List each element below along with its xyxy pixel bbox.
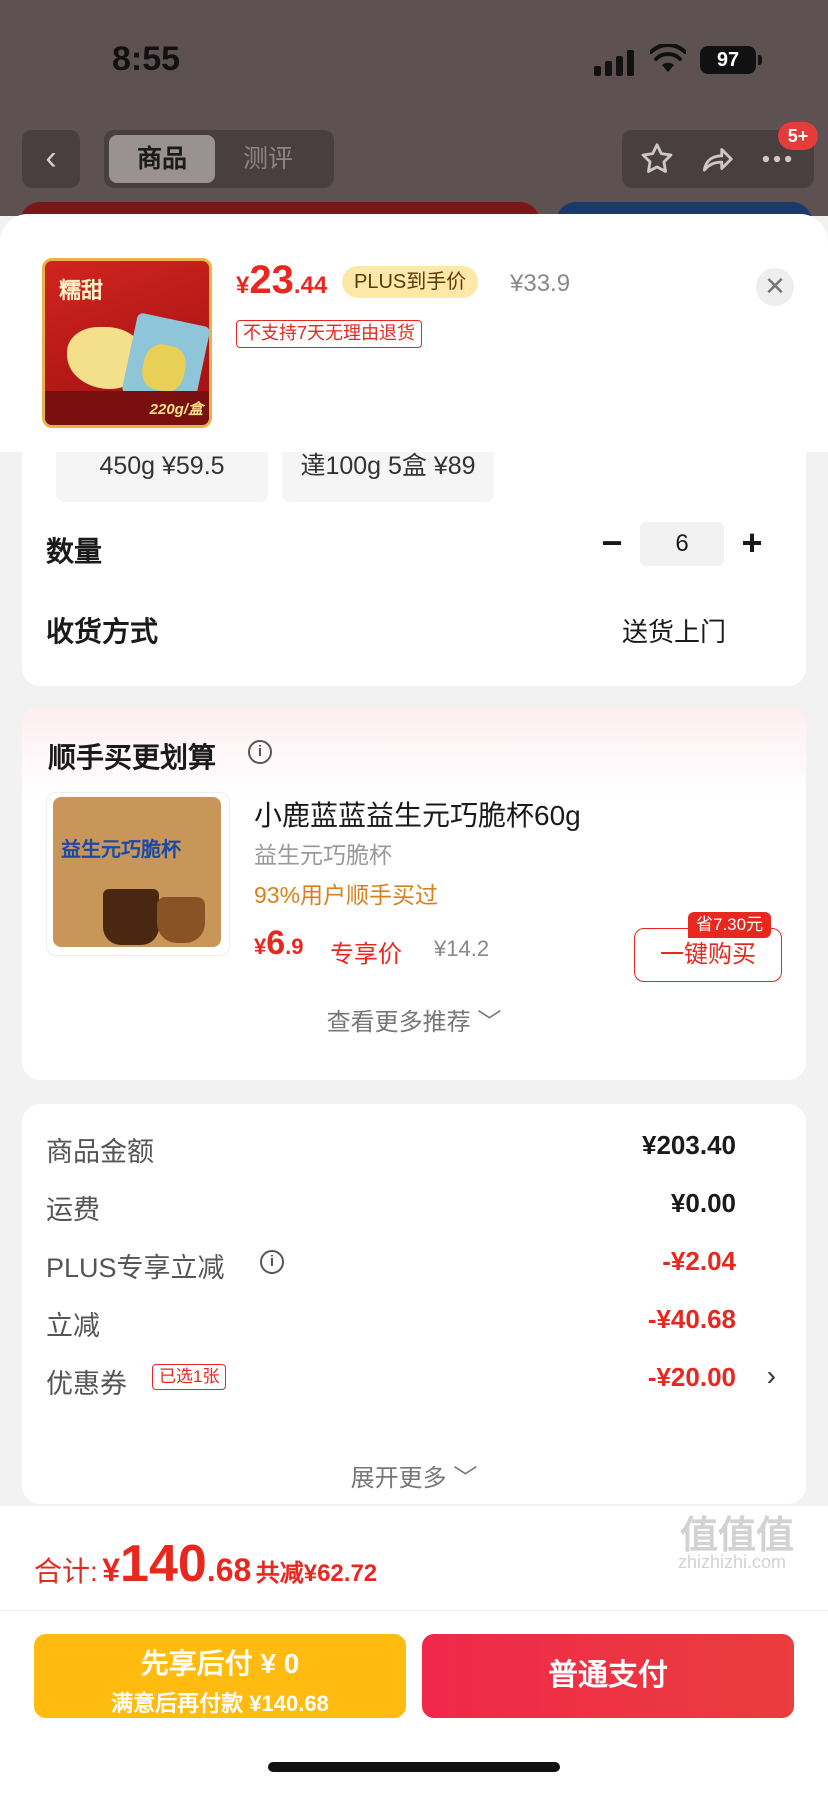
tab-product[interactable]: 商品 <box>109 135 215 183</box>
plus-price-tag: PLUS到手价 <box>342 266 479 298</box>
original-price: ¥33.9 <box>510 270 571 297</box>
expand-more-link[interactable]: 展开更多 ﹀ <box>22 1458 806 1493</box>
info-icon[interactable]: i <box>248 740 272 764</box>
divider <box>0 1610 828 1611</box>
chevron-left-icon[interactable]: ‹ <box>22 130 80 188</box>
summary-row: 商品金额 ¥203.40 <box>46 1130 736 1167</box>
summary-row: 立减 -¥40.68 <box>46 1304 736 1341</box>
info-icon[interactable]: i <box>260 1250 284 1274</box>
share-icon[interactable] <box>698 140 736 178</box>
product-thumbnail: 糯甜 220g/盒 <box>42 258 212 428</box>
recommend-item-subtitle: 益生元巧脆杯 <box>254 842 392 868</box>
product-price: ¥23.44 <box>236 258 328 302</box>
spec-option[interactable]: 達100g 5盒 ¥89 <box>282 444 494 502</box>
total-reduced: 共减¥62.72 <box>255 1560 378 1587</box>
normal-pay-button[interactable]: 普通支付 <box>422 1634 794 1718</box>
delivery-row[interactable]: 收货方式 送货上门 <box>46 602 782 652</box>
recommend-original-price: ¥14.2 <box>434 936 490 961</box>
battery-icon: 97 <box>700 46 762 74</box>
more-recommend-link[interactable]: 查看更多推荐 ﹀ <box>22 1002 806 1037</box>
spec-option[interactable]: 450g ¥59.5 <box>56 444 268 502</box>
quantity-stepper: − 6 + <box>592 522 772 566</box>
summary-row: PLUS专享立减 i -¥2.04 <box>46 1246 736 1283</box>
pay-later-button[interactable]: 先享后付 ¥ 0 满意后再付款 ¥140.68 <box>34 1634 406 1718</box>
return-policy-tag: 不支持7天无理由退货 <box>236 320 423 348</box>
delivery-label: 收货方式 <box>46 616 159 647</box>
watermark-logo: 值值值 <box>680 1515 795 1557</box>
exclusive-price-label: 专享价 <box>330 941 402 968</box>
recommend-price: ¥6.9 <box>254 924 304 962</box>
summary-row: 运费 ¥0.00 <box>46 1188 736 1225</box>
recommend-title: 顺手买更划算 <box>48 742 217 773</box>
recommend-item-name[interactable]: 小鹿蓝蓝益生元巧脆杯60g <box>254 794 581 834</box>
recommend-thumbnail[interactable]: 益生元巧脆杯 <box>46 792 230 956</box>
product-nav-bar: ‹ 商品 测评 5+ <box>0 122 828 192</box>
quantity-label: 数量 <box>46 536 103 567</box>
chevron-right-icon: › <box>766 1360 776 1391</box>
product-header: 糯甜 220g/盒 ¥23.44 PLUS到手价 ¥33.9 ✕ 不支持7天无理… <box>0 214 828 452</box>
price-summary-card: 商品金额 ¥203.40 运费 ¥0.00 PLUS专享立减 i -¥2.04 … <box>22 1104 806 1504</box>
status-bar: 8:55 97 <box>0 0 828 110</box>
wifi-icon <box>650 44 686 72</box>
recommend-card: 顺手买更划算 i 益生元巧脆杯 小鹿蓝蓝益生元巧脆杯60g 益生元巧脆杯 93%… <box>22 706 806 1080</box>
notification-badge: 5+ <box>778 122 818 150</box>
tab-switcher: 商品 测评 <box>104 130 334 188</box>
spec-options: 450g ¥59.5 達100g 5盒 ¥89 <box>56 444 616 502</box>
coupon-selected-tag: 已选1张 <box>152 1364 227 1390</box>
delivery-value: 送货上门 <box>621 617 726 647</box>
status-time: 8:55 <box>112 40 181 78</box>
quantity-input[interactable]: 6 <box>640 522 724 566</box>
tab-review[interactable]: 测评 <box>215 135 321 183</box>
star-icon[interactable] <box>638 140 676 178</box>
recommend-buyers-rate: 93%用户顺手买过 <box>254 882 439 908</box>
signal-icon <box>594 50 636 76</box>
quantity-row: 数量 − 6 + <box>46 522 782 572</box>
decrease-button[interactable]: − <box>592 522 632 566</box>
increase-button[interactable]: + <box>732 522 772 566</box>
home-indicator[interactable] <box>268 1762 560 1772</box>
coupon-row[interactable]: 优惠券 已选1张 -¥20.00 › <box>46 1358 782 1399</box>
watermark-url: zhizhizhi.com <box>678 1552 787 1572</box>
close-icon[interactable]: ✕ <box>756 268 794 306</box>
total-amount: 合计: ¥140.68 共减¥62.72 <box>34 1535 378 1593</box>
save-amount-tag: 省7.30元 <box>688 912 772 938</box>
